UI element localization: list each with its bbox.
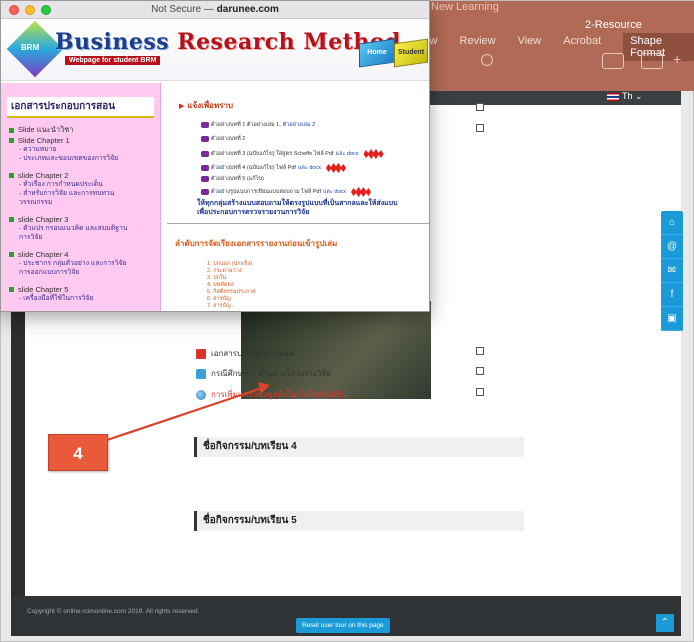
reset-tour-button[interactable]: Reset user tour on this page [296,618,390,633]
step-callout: 4 [48,434,108,471]
sidebar-group: slide Chapter 2 - หัวเรื่อง การกำหนดประเ… [9,171,152,207]
popup-window-title: Not Secure — darunee.com [151,4,279,15]
sidebar-title: เอกสารประกอบการสอน [7,97,154,118]
example-link[interactable]: ตัวอย่างรูปแบบการเขียนแบบสอบถาม ไฟล์ Pdf… [201,187,372,197]
sidebar-subitem: - ประชากร กลุ่มตัวอย่าง และการวิจัย [19,260,127,267]
back-to-top-button[interactable]: ⌃ [656,614,674,632]
social-share-bar: ⌂ @ ✉ f ▣ [661,211,683,331]
bullet-icon [9,217,14,222]
sidebar-subitem: - หัวเรื่อง การกำหนดประเด็น [19,181,103,188]
notice-heading: ▶ แจ้งเพื่อทราบ [179,101,234,110]
resource-label[interactable]: 2-Resource [585,19,642,31]
pen-icon [201,136,209,142]
language-selector[interactable]: Th ⌄ [607,91,643,102]
sidebar-group: slide Chapter 3 - ตัวแปร กรอบแนวคิด และส… [9,215,152,242]
example-link[interactable]: ตัวอย่างบทที่ 4 (ฉบับแก้ไข) ไฟล์ Pdf และ … [201,163,346,173]
sidebar-subitem: - สำหรับการวิจัย และการทบทวน [19,190,115,197]
mail-icon[interactable]: ✉ [661,259,683,283]
report-order-list: 1. ปกนอก (ปกแข็ง) 2. กระดาษว่าง 3. ปกใน … [207,261,256,309]
resource-link-case-study[interactable]: กรณีศึกษา- 1 ตัวอย่างโครงร่างวิจัย [196,367,331,380]
refresh-icon[interactable] [481,54,493,66]
section-title-5: ชื่อกิจกรรม/บทเรียน 5 [194,511,524,531]
home-button[interactable]: Home [359,38,395,68]
pen-icon [201,189,209,195]
sidebar-link[interactable]: slide Chapter 3 [9,215,152,224]
bus-icon[interactable]: ▣ [661,307,683,331]
sidebar-group: slide Chapter 4 - ประชากร กลุ่มตัวอย่าง … [9,250,152,277]
completion-checkbox[interactable] [476,103,484,111]
menu-item-view[interactable]: View [518,35,542,61]
site-banner: BRM Business Research Method Webpage for… [1,19,429,81]
site-sidebar: เอกสารประกอบการสอน Slide แนะนำวิชา Slide… [1,83,161,311]
bullet-icon [9,287,14,292]
sidebar-link[interactable]: slide Chapter 5 [9,285,152,294]
sidebar-subitem: - เครื่องมือที่ใช้ในการวิจัย [19,295,94,302]
new-tab-icon[interactable]: + [673,51,681,67]
page-footer: Copyright © online.rcimonline.com 2019. … [11,596,681,636]
new-badge-icon [363,149,384,159]
example-link[interactable]: ตัวอย่างบทที่ 2 [201,135,245,143]
sidebar-link[interactable]: slide Chapter 2 [9,171,152,180]
new-badge-icon [351,187,372,197]
at-email-icon[interactable]: @ [661,235,683,259]
home-icon[interactable]: ⌂ [661,211,683,235]
sidebar-group: Slide แนะนำวิชา Slide Chapter 1 - ความหม… [9,124,152,163]
bullet-icon [9,173,14,178]
sidebar-subitem: - ความหมาย [19,146,57,153]
site-title: Business Research Method [55,29,401,55]
content-divider [167,223,429,224]
student-button[interactable]: Student [394,38,428,68]
share-icon[interactable] [602,53,624,69]
sidebar-subitem: วรรณกรรม [19,199,53,206]
popup-titlebar: Not Secure — darunee.com [1,1,429,19]
url-globe-icon [196,389,206,400]
sidebar-subitem: การออกแบบการวิจัย [19,269,80,276]
menu-item-acrobat[interactable]: Acrobat [563,35,601,61]
tabs-icon[interactable] [641,53,663,69]
completion-checkbox[interactable] [476,124,484,132]
bullet-icon [9,127,14,133]
resource-link-url[interactable]: การเพิ่มแหล่งข้อมูลที่เป็นเว็บไซต์ (URL) [196,388,347,401]
pen-icon [201,122,209,128]
background-document-title: New Learning [431,1,499,13]
pen-icon [201,151,209,157]
sidebar-link[interactable]: slide Chapter 4 [9,250,152,259]
bullet-icon [9,138,14,143]
sidebar-link[interactable]: Slide Chapter 1 [9,136,152,145]
sidebar-link[interactable]: Slide แนะนำวิชา [9,124,152,136]
folder-icon [196,368,206,379]
new-badge-icon [325,163,346,173]
sidebar-subitem: - ประเภทและขอบเขตของการวิจัย [19,155,119,162]
book-icon [196,348,206,359]
logo-text: BRM [21,43,40,52]
questionnaire-note: ให้ทุกกลุ่มสร้างแบบสอบถามให้ตรงรูปแบบที่… [197,200,398,216]
sidebar-subitem: การวิจัย [19,234,43,241]
example-link[interactable]: ตัวอย่างบทที่ 3 (ฉบับแก้ไข) ใส่สูตร Sche… [201,149,384,159]
completion-checkbox[interactable] [476,347,484,355]
facebook-icon[interactable]: f [661,283,683,307]
sidebar-group: slide Chapter 5 - เครื่องมือที่ใช้ในการว… [9,285,152,303]
site-subtitle: Webpage for student BRM [65,56,161,65]
bullet-icon [9,252,14,257]
thai-flag-icon [607,92,619,101]
completion-checkbox[interactable] [476,388,484,396]
popup-browser-window: Not Secure — darunee.com BRM Business Re… [0,0,430,312]
completion-checkbox[interactable] [476,367,484,375]
pen-icon [201,176,209,182]
sidebar-subitem: - ตัวแปร กรอบแนวคิด และสมมติฐาน [19,225,128,232]
example-link[interactable]: ตัวอย่างบทที่ 5 (แก้ไข) [201,175,264,183]
report-order-title: ลำดับการจัดเรียงเอกสารรายงานก่อนเข้ารูปเ… [175,239,338,248]
footer-copyright: Copyright © online.rcimonline.com 2019. … [27,608,200,615]
example-link[interactable]: ตัวอย่างบทที่ 1 ตัวอย่างเล่ม 1, ตัวอย่างเ… [201,121,315,129]
site-content: ▶ แจ้งเพื่อทราบ ตัวอย่างบทที่ 1 ตัวอย่างเ… [167,83,429,311]
pen-icon [201,165,209,171]
triangle-bullet-icon: ▶ [179,103,185,110]
resource-link-teaching-docs[interactable]: เอกสารประกอบการสอน [196,347,294,360]
section-title-4: ชื่อกิจกรรม/บทเรียน 4 [194,437,524,457]
